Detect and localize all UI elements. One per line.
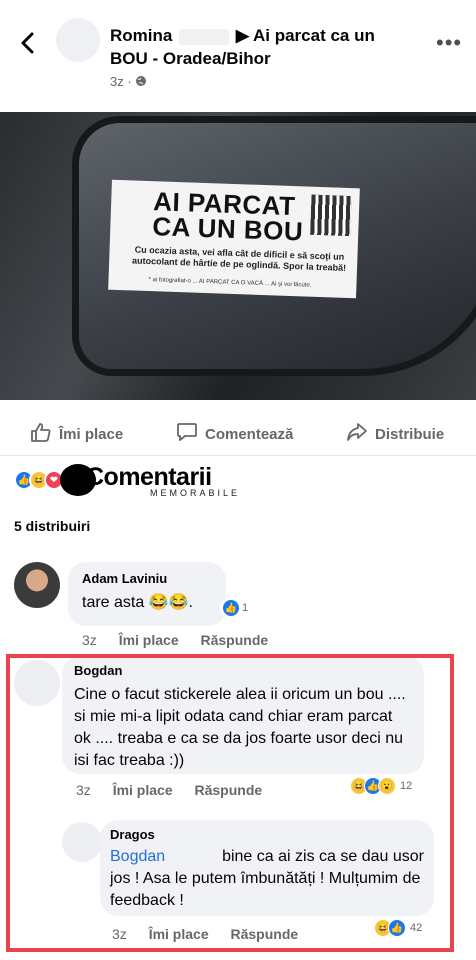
like-reaction-icon: 👍 <box>222 599 240 617</box>
highlight-frame <box>6 654 454 952</box>
action-bar: Îmi place Comentează Distribuie <box>0 410 476 456</box>
shares-count[interactable]: 5 distribuiri <box>14 518 90 534</box>
comment-like-button[interactable]: Îmi place <box>119 632 179 648</box>
post-time[interactable]: 3z <box>110 74 124 89</box>
watermark-sub: MEMORABILE <box>150 488 241 498</box>
reaction-count: 1 <box>242 602 249 614</box>
share-label: Distribuie <box>375 425 445 443</box>
sticker-body: Cu ocazia asta, vei afla cât de dificil … <box>131 244 347 273</box>
comment-label: Comentează <box>205 425 294 443</box>
post-meta: 3z · <box>110 74 147 89</box>
share-button[interactable]: Distribuie <box>346 422 444 446</box>
qr-code-icon <box>310 194 352 237</box>
comment-icon <box>176 422 205 446</box>
author-avatar[interactable] <box>56 18 100 62</box>
comment-actions: 3z Îmi place Răspunde <box>82 632 286 648</box>
comment-reply-button[interactable]: Răspunde <box>201 632 269 648</box>
post-photo[interactable]: AI PARCAT CA UN BOU Cu ocazia asta, vei … <box>0 112 476 400</box>
comment-reactions[interactable]: 👍 1 <box>220 598 253 618</box>
share-icon <box>346 422 375 446</box>
comment-bubble: Adam Laviniu tare asta 😂😂. <box>68 562 226 626</box>
post-title[interactable]: Romina ▶ Ai parcat ca un BOU - Oradea/Bi… <box>110 24 410 70</box>
sticker: AI PARCAT CA UN BOU Cu ocazia asta, vei … <box>108 179 360 299</box>
sticker-title: AI PARCAT CA UN BOU <box>151 186 304 247</box>
like-button[interactable]: Îmi place <box>30 422 123 446</box>
comment-button[interactable]: Comentează <box>176 422 293 446</box>
more-options-icon[interactable]: ••• <box>436 30 462 56</box>
commenter-avatar[interactable] <box>14 562 60 608</box>
back-arrow-icon[interactable] <box>16 30 42 56</box>
comment-text: tare asta 😂😂. <box>82 594 193 611</box>
comment-time[interactable]: 3z <box>82 632 97 648</box>
group-arrow: ▶ <box>235 26 249 45</box>
reactions-summary[interactable]: 👍 😆 ❤ Comentarii MEMORABILE <box>14 464 464 498</box>
blurred-name <box>179 28 230 45</box>
like-label: Îmi place <box>59 425 124 443</box>
reaction-icons: 👍 😆 ❤ <box>14 470 64 490</box>
author-name[interactable]: Romina <box>110 26 172 45</box>
post-header: Romina ▶ Ai parcat ca un BOU - Oradea/Bi… <box>0 0 476 104</box>
watermark-main: Comentarii <box>86 463 212 491</box>
sticker-footer: * ai fotografiat-o ... AI PARCAT CA O VA… <box>148 277 312 289</box>
thumbs-up-icon <box>30 422 59 446</box>
commenter-name[interactable]: Adam Laviniu <box>82 571 212 586</box>
globe-icon <box>135 74 147 89</box>
